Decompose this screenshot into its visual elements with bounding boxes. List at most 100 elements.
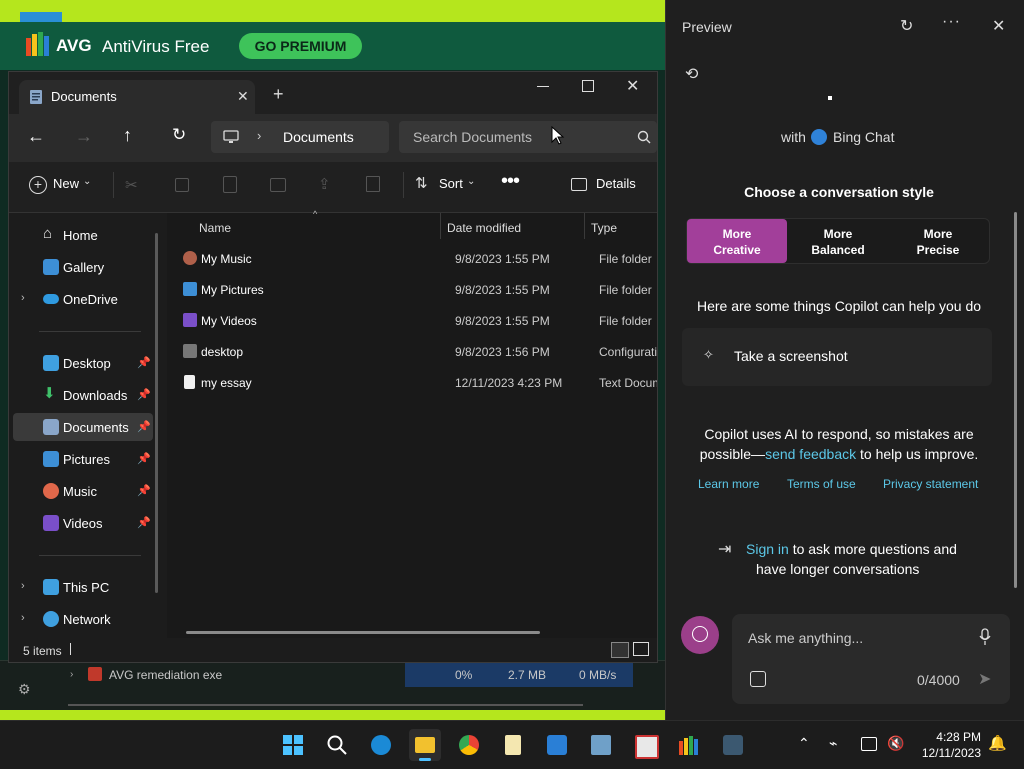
cut-icon[interactable]: ✂ bbox=[125, 176, 138, 194]
start-button[interactable] bbox=[277, 729, 309, 761]
taskbar-file-explorer[interactable] bbox=[409, 729, 441, 761]
sidebar-scrollbar[interactable] bbox=[155, 233, 158, 593]
show-hidden-icons-chevron-icon[interactable]: ⌃ bbox=[798, 735, 810, 752]
screenshot-capture-icon[interactable] bbox=[750, 671, 766, 687]
close-icon[interactable]: ✕ bbox=[992, 16, 1005, 36]
tab-documents[interactable]: Documents ✕ bbox=[19, 80, 255, 114]
more-options-icon[interactable]: ··· bbox=[942, 13, 961, 31]
sidebar-item-label: OneDrive bbox=[63, 292, 118, 307]
new-tab-button[interactable]: + bbox=[273, 84, 284, 105]
file-row[interactable]: My Videos 9/8/2023 1:55 PM File folder bbox=[181, 306, 657, 334]
address-bar[interactable]: › Documents bbox=[211, 121, 389, 153]
tiles-view-icon[interactable] bbox=[633, 642, 649, 656]
file-row[interactable]: My Pictures 9/8/2023 1:55 PM File folder bbox=[181, 275, 657, 303]
taskbar-photos[interactable] bbox=[585, 729, 617, 761]
settings-gear-icon[interactable]: ⚙ bbox=[18, 681, 31, 698]
network-disconnected-icon[interactable]: ⌁ bbox=[829, 735, 837, 752]
style-more-creative[interactable]: More Creative bbox=[687, 219, 787, 263]
search-icon[interactable] bbox=[637, 130, 651, 144]
sort-button[interactable]: Sort bbox=[439, 176, 463, 191]
display-icon[interactable] bbox=[861, 737, 877, 751]
horizontal-scrollbar[interactable] bbox=[68, 704, 583, 706]
back-arrow-icon[interactable]: ← bbox=[27, 126, 45, 147]
sidebar-item-this-pc[interactable]: › This PC bbox=[13, 573, 153, 601]
file-row[interactable]: desktop 9/8/2023 1:56 PM Configuratio bbox=[181, 337, 657, 365]
microphone-icon[interactable] bbox=[979, 628, 991, 646]
sidebar-item-onedrive[interactable]: › OneDrive bbox=[13, 285, 153, 313]
search-input[interactable]: Search Documents bbox=[413, 129, 532, 145]
speaker-muted-icon[interactable]: 🔇 bbox=[887, 735, 904, 752]
learn-more-link[interactable]: Learn more bbox=[698, 477, 759, 491]
style-more-balanced[interactable]: More Balanced bbox=[788, 219, 888, 263]
column-header-name[interactable]: Name bbox=[199, 221, 231, 235]
sidebar-item-pictures[interactable]: Pictures 📌 bbox=[13, 445, 153, 473]
taskbar-notepad[interactable] bbox=[497, 729, 529, 761]
sidebar-item-network[interactable]: › Network bbox=[13, 605, 153, 633]
horizontal-scrollbar[interactable] bbox=[186, 631, 540, 634]
copy-icon[interactable] bbox=[175, 178, 189, 192]
process-name[interactable]: AVG remediation exe bbox=[109, 668, 222, 682]
char-count: 0/4000 bbox=[917, 672, 960, 688]
paste-icon[interactable] bbox=[223, 176, 237, 193]
copilot-scrollbar[interactable] bbox=[1014, 212, 1017, 588]
share-icon[interactable]: ⇪ bbox=[318, 175, 331, 193]
taskbar-search-button[interactable] bbox=[321, 729, 353, 761]
chat-input-box[interactable]: Ask me anything... 0/4000 ➤ bbox=[732, 614, 1010, 704]
terms-of-use-link[interactable]: Terms of use bbox=[787, 477, 856, 491]
delete-icon[interactable] bbox=[366, 176, 380, 192]
sidebar-item-desktop[interactable]: Desktop 📌 bbox=[13, 349, 153, 377]
chevron-right-icon[interactable]: › bbox=[70, 669, 73, 680]
sign-in-link[interactable]: Sign in bbox=[746, 541, 789, 557]
breadcrumb-documents[interactable]: Documents bbox=[283, 129, 354, 145]
minimize-button[interactable] bbox=[537, 86, 549, 87]
rename-icon[interactable] bbox=[270, 178, 286, 192]
details-view-icon[interactable] bbox=[611, 642, 629, 658]
sidebar-item-music[interactable]: Music 📌 bbox=[13, 477, 153, 505]
go-premium-button[interactable]: GO PREMIUM bbox=[239, 33, 362, 59]
up-arrow-icon[interactable]: ↑ bbox=[123, 125, 132, 146]
sidebar-item-home[interactable]: ⌂ Home bbox=[13, 221, 153, 249]
more-options-icon[interactable]: ••• bbox=[501, 170, 520, 193]
notification-bell-icon[interactable]: 🔔 bbox=[988, 734, 1007, 752]
sidebar-item-gallery[interactable]: Gallery bbox=[13, 253, 153, 281]
taskbar-app-blue[interactable] bbox=[541, 729, 573, 761]
close-window-button[interactable]: ✕ bbox=[626, 76, 639, 96]
expand-chevron-icon[interactable]: › bbox=[21, 292, 25, 304]
style-more-precise[interactable]: More Precise bbox=[888, 219, 988, 263]
expand-chevron-icon[interactable]: › bbox=[21, 612, 25, 624]
column-header-type[interactable]: Type bbox=[591, 221, 617, 235]
history-icon[interactable]: ⟲ bbox=[685, 64, 698, 84]
column-separator[interactable] bbox=[440, 213, 441, 239]
sidebar-item-label: Home bbox=[63, 228, 98, 243]
search-box[interactable]: Search Documents bbox=[399, 121, 657, 153]
sidebar-item-documents[interactable]: Documents 📌 bbox=[13, 413, 153, 441]
taskbar-chrome[interactable] bbox=[453, 729, 485, 761]
file-row[interactable]: my essay 12/11/2023 4:23 PM Text Docume bbox=[181, 368, 657, 396]
new-button[interactable]: New bbox=[53, 176, 79, 191]
gallery-icon bbox=[43, 259, 59, 275]
file-row[interactable]: My Music 9/8/2023 1:55 PM File folder bbox=[181, 244, 657, 272]
send-icon[interactable]: ➤ bbox=[978, 669, 991, 689]
suggestion-take-screenshot[interactable]: ✧ Take a screenshot bbox=[682, 328, 992, 386]
refresh-icon[interactable]: ↻ bbox=[900, 16, 913, 36]
taskbar-terminal[interactable] bbox=[717, 729, 749, 761]
forward-arrow-icon[interactable]: → bbox=[75, 126, 93, 147]
refresh-icon[interactable]: ↻ bbox=[172, 125, 186, 145]
sidebar-item-downloads[interactable]: ⬇ Downloads 📌 bbox=[13, 381, 153, 409]
expand-chevron-icon[interactable]: › bbox=[21, 580, 25, 592]
column-header-date[interactable]: Date modified bbox=[447, 221, 521, 235]
chat-input[interactable]: Ask me anything... bbox=[748, 630, 863, 646]
details-button[interactable]: Details bbox=[596, 176, 636, 191]
taskbar-snipping-tool[interactable] bbox=[629, 729, 661, 761]
maximize-button[interactable] bbox=[582, 80, 594, 92]
send-feedback-link[interactable]: send feedback bbox=[765, 446, 856, 462]
taskbar-edge-preview[interactable] bbox=[365, 729, 397, 761]
taskbar-avg[interactable] bbox=[673, 729, 705, 761]
close-tab-icon[interactable]: ✕ bbox=[237, 88, 249, 105]
clock-time[interactable]: 4:28 PM bbox=[919, 730, 981, 744]
clock-date[interactable]: 12/11/2023 bbox=[919, 746, 981, 760]
sidebar-item-videos[interactable]: Videos 📌 bbox=[13, 509, 153, 537]
column-separator[interactable] bbox=[584, 213, 585, 239]
privacy-statement-link[interactable]: Privacy statement bbox=[883, 477, 978, 491]
new-topic-button[interactable] bbox=[681, 616, 719, 654]
